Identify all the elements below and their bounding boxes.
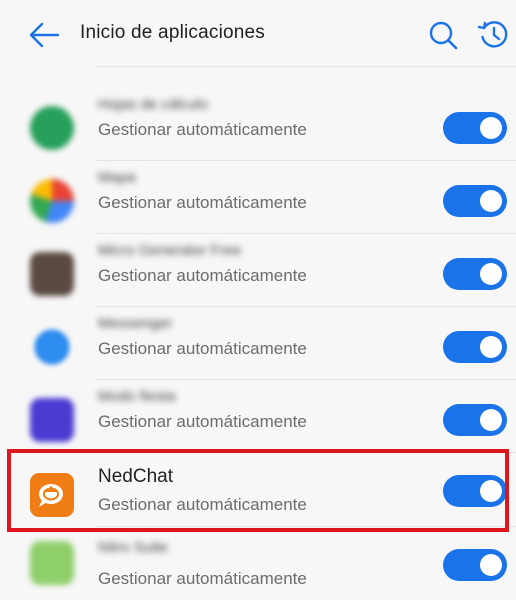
toggle-knob xyxy=(480,263,502,285)
toggle-knob xyxy=(480,409,502,431)
app-subtitle: Gestionar automáticamente xyxy=(98,569,307,588)
app-icon xyxy=(30,541,74,585)
auto-manage-toggle[interactable] xyxy=(443,475,507,507)
app-subtitle: Gestionar automáticamente xyxy=(98,495,307,514)
auto-manage-toggle[interactable] xyxy=(443,258,507,290)
app-name: Nitro Suite xyxy=(98,539,169,556)
app-icon xyxy=(30,252,74,296)
list-item[interactable]: Hojas de cálculo Gestionar automáticamen… xyxy=(0,88,516,161)
auto-manage-toggle[interactable] xyxy=(443,185,507,217)
list-item[interactable]: Micro Generator Free Gestionar automátic… xyxy=(0,234,516,307)
app-list: Hojas de cálculo Gestionar automáticamen… xyxy=(0,0,516,591)
app-subtitle: Gestionar automáticamente xyxy=(98,193,307,212)
app-name: NedChat xyxy=(98,466,173,487)
app-icon xyxy=(34,329,70,365)
auto-manage-toggle[interactable] xyxy=(443,549,507,581)
list-item[interactable]: Mapa Gestionar automáticamente xyxy=(0,161,516,234)
auto-manage-toggle[interactable] xyxy=(443,331,507,363)
toggle-knob xyxy=(480,554,502,576)
nedchat-app-icon xyxy=(30,473,74,517)
list-item[interactable]: Modo fiesta Gestionar automáticamente xyxy=(0,380,516,453)
chat-bubble-icon xyxy=(39,484,63,507)
auto-manage-toggle[interactable] xyxy=(443,404,507,436)
toggle-knob xyxy=(480,117,502,139)
list-item[interactable]: Nitro Suite Gestionar automáticamente xyxy=(0,527,516,600)
app-subtitle: Gestionar automáticamente xyxy=(98,266,307,285)
app-name: Messenger xyxy=(98,315,173,332)
list-item-nedchat[interactable]: NedChat Gestionar automáticamente xyxy=(0,453,516,527)
app-subtitle: Gestionar automáticamente xyxy=(98,412,307,431)
app-name: Modo fiesta xyxy=(98,388,176,405)
auto-manage-toggle[interactable] xyxy=(443,112,507,144)
app-name: Micro Generator Free xyxy=(98,242,242,259)
app-icon xyxy=(30,398,74,442)
app-subtitle: Gestionar automáticamente xyxy=(98,120,307,139)
app-name: Mapa xyxy=(98,169,136,186)
toggle-knob xyxy=(480,336,502,358)
toggle-knob xyxy=(480,190,502,212)
app-icon xyxy=(30,106,74,150)
app-icon xyxy=(30,179,74,223)
toggle-knob xyxy=(480,480,502,502)
app-subtitle: Gestionar automáticamente xyxy=(98,339,307,358)
app-name: Hojas de cálculo xyxy=(98,96,209,113)
list-item[interactable]: Messenger Gestionar automáticamente xyxy=(0,307,516,380)
